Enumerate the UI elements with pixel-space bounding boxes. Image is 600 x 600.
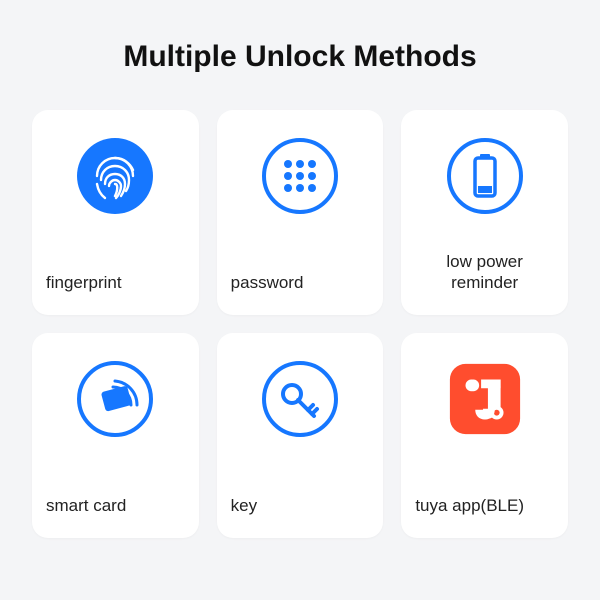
card-label: smart card	[46, 496, 126, 516]
smart-card-icon	[75, 359, 155, 439]
card-label: tuya app(BLE)	[415, 496, 524, 516]
card-label: key	[231, 496, 257, 516]
page-title: Multiple Unlock Methods	[32, 40, 568, 74]
keypad-icon	[260, 136, 340, 216]
card-key: key	[217, 333, 384, 538]
card-fingerprint: fingerprint	[32, 110, 199, 315]
card-label: password	[231, 273, 304, 293]
card-grid: fingerprint password	[32, 110, 568, 538]
key-icon	[260, 359, 340, 439]
card-label: fingerprint	[46, 273, 122, 293]
tuya-icon	[445, 359, 525, 439]
card-low-power: low power reminder	[401, 110, 568, 315]
card-tuya-app: tuya app(BLE)	[401, 333, 568, 538]
page: Multiple Unlock Methods	[0, 0, 600, 600]
card-smart-card: smart card	[32, 333, 199, 538]
card-password: password	[217, 110, 384, 315]
card-label: low power reminder	[415, 252, 554, 293]
fingerprint-icon	[75, 136, 155, 216]
battery-low-icon	[445, 136, 525, 216]
